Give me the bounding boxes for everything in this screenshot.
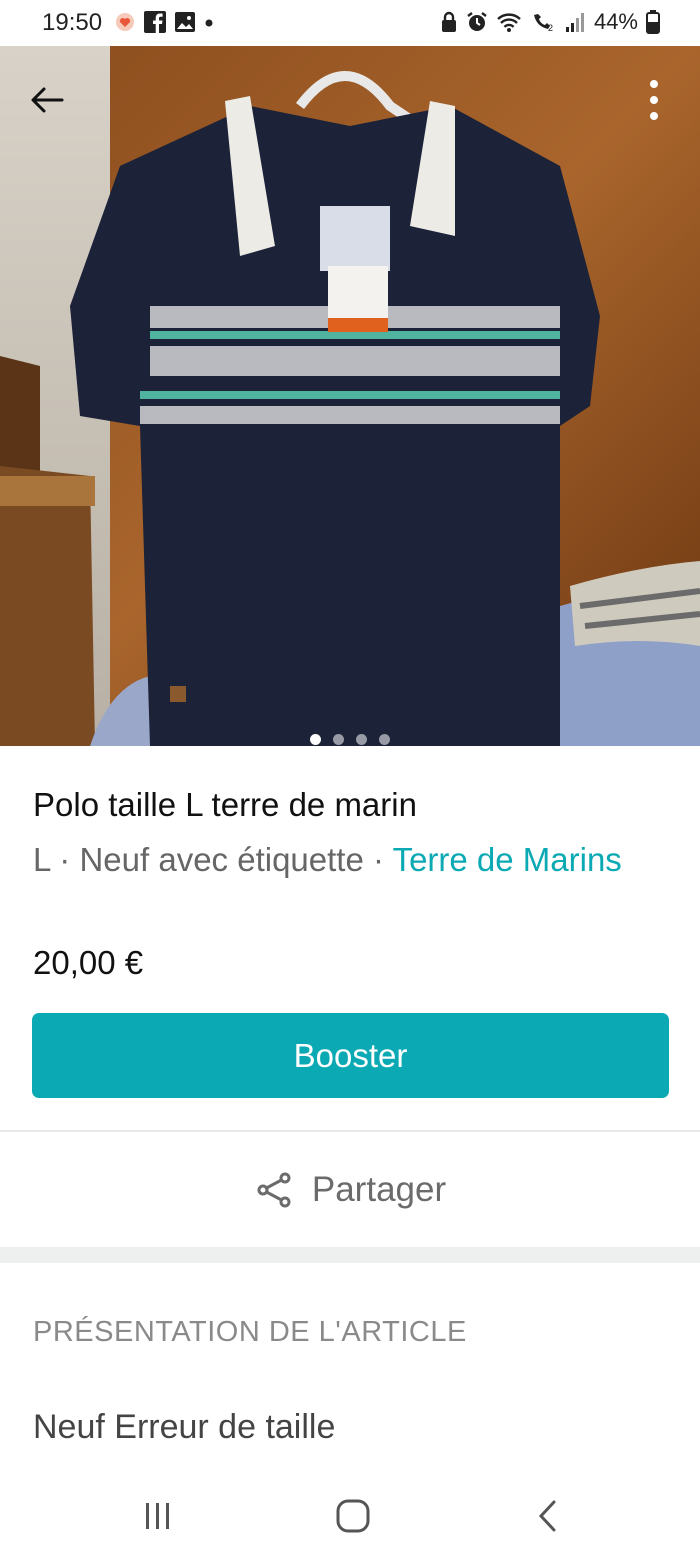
chevron-left-icon xyxy=(538,1500,556,1532)
volte-icon: 2 xyxy=(533,14,553,33)
separator: · xyxy=(363,841,393,878)
pagination-dot[interactable] xyxy=(310,734,321,745)
back-nav-button[interactable] xyxy=(518,1492,578,1540)
item-price: 20,00 € xyxy=(33,944,144,981)
heart-notification-icon xyxy=(116,13,134,31)
facebook-icon xyxy=(144,11,166,33)
battery-percent: 44% xyxy=(593,9,638,34)
arrow-left-icon xyxy=(31,87,64,113)
brand-link[interactable]: Terre de Marins xyxy=(393,841,622,878)
pagination-dot[interactable] xyxy=(356,734,367,745)
recent-apps-button[interactable] xyxy=(128,1492,188,1540)
recent-apps-icon xyxy=(146,1503,169,1529)
gallery-pagination xyxy=(0,734,700,745)
section-heading: PRÉSENTATION DE L'ARTICLE xyxy=(33,1316,467,1348)
item-details: L · Neuf avec étiquette · Terre de Marin… xyxy=(33,838,673,882)
signal-icon xyxy=(565,13,584,32)
divider xyxy=(0,1130,700,1132)
back-button[interactable] xyxy=(22,78,72,122)
kebab-menu-icon xyxy=(650,80,658,120)
dot-icon xyxy=(205,19,213,27)
item-title: Polo taille L terre de marin xyxy=(33,786,417,823)
notification-icons xyxy=(114,11,214,33)
home-button[interactable] xyxy=(323,1492,383,1540)
svg-text:2: 2 xyxy=(548,23,553,33)
status-bar: 19:50 2 44% xyxy=(0,0,700,46)
share-label: Partager xyxy=(311,1170,447,1209)
more-options-button[interactable] xyxy=(634,76,674,124)
item-description: Neuf Erreur de taille xyxy=(33,1408,336,1446)
wifi-icon xyxy=(497,13,521,32)
booster-button[interactable]: Booster xyxy=(32,1013,669,1098)
product-image-gallery[interactable] xyxy=(0,46,700,746)
share-button[interactable]: Partager xyxy=(0,1150,700,1230)
pagination-dot[interactable] xyxy=(333,734,344,745)
status-time: 19:50 xyxy=(42,9,103,36)
pagination-dot[interactable] xyxy=(379,734,390,745)
item-condition: Neuf avec étiquette xyxy=(79,841,364,878)
separator: · xyxy=(50,841,80,878)
item-size: L xyxy=(33,841,51,878)
gallery-icon xyxy=(175,12,195,32)
alarm-icon xyxy=(467,12,487,31)
section-separator xyxy=(0,1247,700,1263)
product-photo xyxy=(0,46,700,746)
lock-icon xyxy=(441,11,456,32)
system-icons: 2 44% xyxy=(440,9,660,35)
share-icon xyxy=(257,1172,291,1208)
home-icon xyxy=(336,1499,370,1533)
battery-icon xyxy=(646,10,660,34)
system-navigation-bar xyxy=(0,1474,700,1559)
